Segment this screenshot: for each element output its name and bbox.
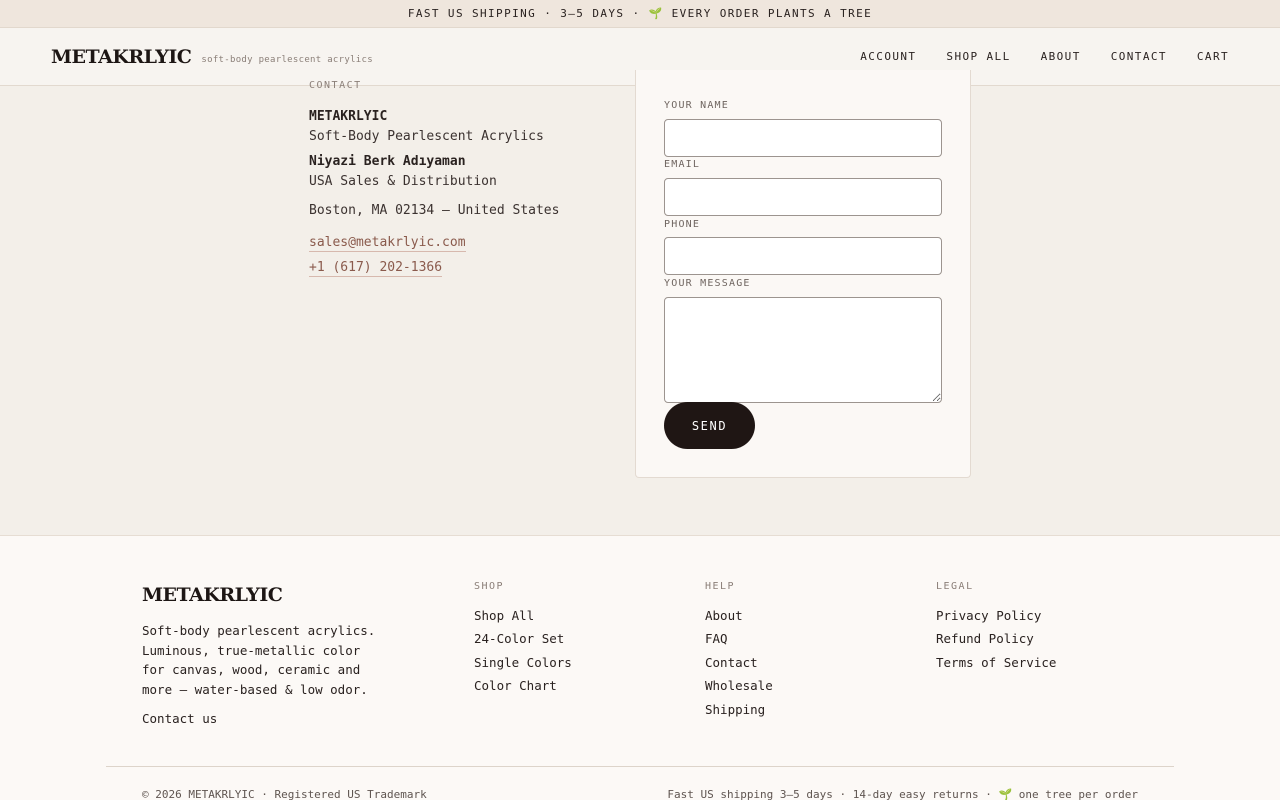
footer-col-heading: HELP bbox=[705, 581, 736, 592]
footer-col-heading: LEGAL bbox=[936, 581, 974, 592]
footer-divider bbox=[106, 766, 1174, 767]
footer-link-refund-policy[interactable]: Refund Policy bbox=[936, 631, 1056, 654]
main-nav: ACCOUNT SHOP ALL ABOUT CONTACT CART bbox=[860, 50, 1229, 63]
name-label: YOUR NAME bbox=[664, 100, 729, 111]
nav-contact[interactable]: CONTACT bbox=[1111, 50, 1167, 63]
footer-link-24-color-set[interactable]: 24-Color Set bbox=[474, 631, 572, 654]
phone-input[interactable] bbox=[664, 237, 942, 275]
footer-link-contact[interactable]: Contact bbox=[705, 655, 773, 678]
message-label: YOUR MESSAGE bbox=[664, 278, 751, 289]
footer-copyright: © 2026 METAKRLYIC · Registered US Tradem… bbox=[142, 788, 427, 800]
nav-account[interactable]: ACCOUNT bbox=[860, 50, 916, 63]
contact-brand-sub: Soft-Body Pearlescent Acrylics bbox=[309, 129, 544, 144]
nav-shop-all[interactable]: SHOP ALL bbox=[946, 50, 1010, 63]
footer-link-single-colors[interactable]: Single Colors bbox=[474, 655, 572, 678]
footer-col-heading: SHOP bbox=[474, 581, 505, 592]
message-textarea[interactable] bbox=[664, 297, 942, 403]
phone-label: PHONE bbox=[664, 219, 701, 230]
footer-link-color-chart[interactable]: Color Chart bbox=[474, 678, 572, 701]
site-tagline: soft-body pearlescent acrylics bbox=[201, 54, 373, 65]
contact-person: Niyazi Berk Adıyaman bbox=[309, 154, 466, 169]
announcement-text: FAST US SHIPPING · 3–5 DAYS · 🌱 EVERY OR… bbox=[407, 7, 873, 20]
send-button[interactable]: SEND bbox=[664, 402, 755, 449]
email-label: EMAIL bbox=[664, 159, 701, 170]
footer-contact-link[interactable]: Contact us bbox=[142, 711, 217, 726]
footer-description: Soft-body pearlescent acrylics. Luminous… bbox=[142, 623, 376, 697]
footer-link-wholesale[interactable]: Wholesale bbox=[705, 678, 773, 701]
footer-link-faq[interactable]: FAQ bbox=[705, 631, 773, 654]
footer-link-terms-of-service[interactable]: Terms of Service bbox=[936, 655, 1056, 678]
name-input[interactable] bbox=[664, 119, 942, 157]
contact-info: CONTACT METAKRLYIC Soft-Body Pearlescent… bbox=[309, 80, 609, 277]
footer-link-shipping[interactable]: Shipping bbox=[705, 702, 773, 725]
site-logo[interactable]: METAKRLYIC bbox=[51, 46, 192, 68]
footer-col-legal: LEGAL Privacy Policy Refund Policy Terms… bbox=[936, 581, 1056, 678]
site-footer: METAKRLYIC Soft-body pearlescent acrylic… bbox=[0, 535, 1280, 800]
contact-address: Boston, MA 02134 — United States bbox=[309, 203, 560, 218]
footer-col-help: HELP About FAQ Contact Wholesale Shippin… bbox=[705, 581, 773, 725]
footer-perks: Fast US shipping 3–5 days · 14-day easy … bbox=[667, 788, 1138, 800]
footer-link-about[interactable]: About bbox=[705, 608, 773, 631]
footer-col-shop: SHOP Shop All 24-Color Set Single Colors… bbox=[474, 581, 572, 702]
nav-about[interactable]: ABOUT bbox=[1041, 50, 1081, 63]
footer-link-shop-all[interactable]: Shop All bbox=[474, 608, 572, 631]
contact-form: YOUR NAME EMAIL PHONE YOUR MESSAGE SEND bbox=[635, 70, 971, 478]
footer-logo[interactable]: METAKRLYIC bbox=[142, 584, 283, 606]
contact-phone-link[interactable]: +1 (617) 202-1366 bbox=[309, 260, 443, 277]
footer-link-privacy-policy[interactable]: Privacy Policy bbox=[936, 608, 1056, 631]
nav-cart[interactable]: CART bbox=[1197, 50, 1229, 63]
email-input[interactable] bbox=[664, 178, 942, 216]
contact-brand: METAKRLYIC bbox=[309, 109, 388, 124]
announcement-bar: FAST US SHIPPING · 3–5 DAYS · 🌱 EVERY OR… bbox=[0, 0, 1280, 28]
contact-email-link[interactable]: sales@metakrlyic.com bbox=[309, 235, 466, 252]
contact-role: USA Sales & Distribution bbox=[309, 174, 497, 189]
contact-eyebrow: CONTACT bbox=[309, 80, 362, 91]
